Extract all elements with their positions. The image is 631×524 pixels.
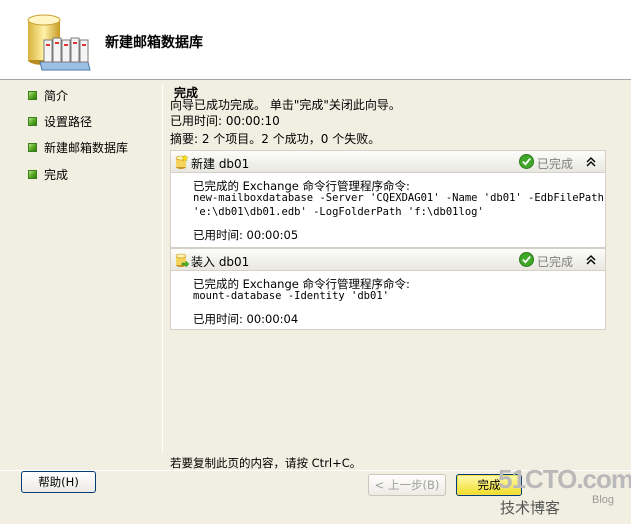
mailbox-database-icon (27, 14, 91, 71)
check-success-icon (519, 252, 534, 267)
step-bullet-icon (28, 169, 37, 179)
nav-item-label: 设置路径 (44, 114, 93, 129)
total-elapsed-time: 已用时间: 00:00:10 (170, 114, 280, 128)
task-panel-new-db: 新建 db01 已完成 已完成的 Exchange 命令行管理程序命令: new… (170, 150, 606, 248)
intro-text: 向导已成功完成。 单击"完成"关闭此向导。 (170, 98, 401, 112)
step-bullet-icon (28, 116, 37, 126)
task-label: 装入 db01 (191, 255, 250, 269)
summary-text: 摘要: 2 个项目。2 个成功，0 个失败。 (170, 132, 381, 146)
nav-item-label: 完成 (44, 167, 69, 182)
help-button[interactable]: 帮助(H) (21, 471, 96, 493)
wizard-title: 新建邮箱数据库 (105, 35, 203, 51)
task-status: 已完成 (537, 255, 574, 269)
watermark-name: 技术博客 (500, 499, 561, 517)
mount-database-icon (175, 253, 190, 268)
task-panel-header: 新建 db01 已完成 (171, 151, 605, 173)
task-elapsed-time: 已用时间: 00:00:04 (193, 312, 299, 326)
back-button[interactable]: < 上一步(B) (368, 474, 446, 496)
wizard-header: 新建邮箱数据库 (0, 0, 631, 80)
task-command-line: mount-database -Identity 'db01' (193, 290, 389, 302)
task-elapsed-time: 已用时间: 00:00:05 (193, 228, 299, 242)
collapse-chevron-icon[interactable] (585, 155, 597, 169)
collapse-chevron-icon[interactable] (585, 253, 597, 267)
watermark-blog: Blog (592, 494, 615, 506)
task-status: 已完成 (537, 157, 574, 171)
nav-item-set-path[interactable]: 设置路径 (28, 113, 92, 129)
nav-item-label: 新建邮箱数据库 (44, 140, 129, 155)
wizard-steps-nav: 简介 设置路径 新建邮箱数据库 完成 (0, 80, 160, 450)
nav-item-intro[interactable]: 简介 (28, 87, 68, 103)
new-database-icon (175, 154, 189, 169)
task-command-line: 'e:\db01\db01.edb' -LogFolderPath 'f:\db… (193, 206, 484, 218)
nav-item-new-mailbox-database[interactable]: 新建邮箱数据库 (28, 139, 128, 155)
nav-item-label: 简介 (44, 88, 69, 103)
check-success-icon (519, 154, 534, 169)
task-command-line: new-mailboxdatabase -Server 'CQEXDAG01' … (193, 192, 604, 204)
step-bullet-icon (28, 142, 37, 152)
task-panel-mount-db: 装入 db01 已完成 已完成的 Exchange 命令行管理程序命令: mou… (170, 248, 606, 330)
copy-hint: 若要复制此页的内容，请按 Ctrl+C。 (170, 456, 362, 470)
task-label: 新建 db01 (191, 157, 250, 171)
site-watermark: 51CTO.com 技术博客 Blog (498, 462, 631, 524)
step-bullet-icon (28, 90, 37, 100)
watermark-site: 51CTO.com (498, 464, 631, 494)
task-panel-header: 装入 db01 已完成 (171, 249, 605, 271)
vertical-divider (162, 84, 163, 454)
nav-item-finish[interactable]: 完成 (28, 166, 68, 182)
